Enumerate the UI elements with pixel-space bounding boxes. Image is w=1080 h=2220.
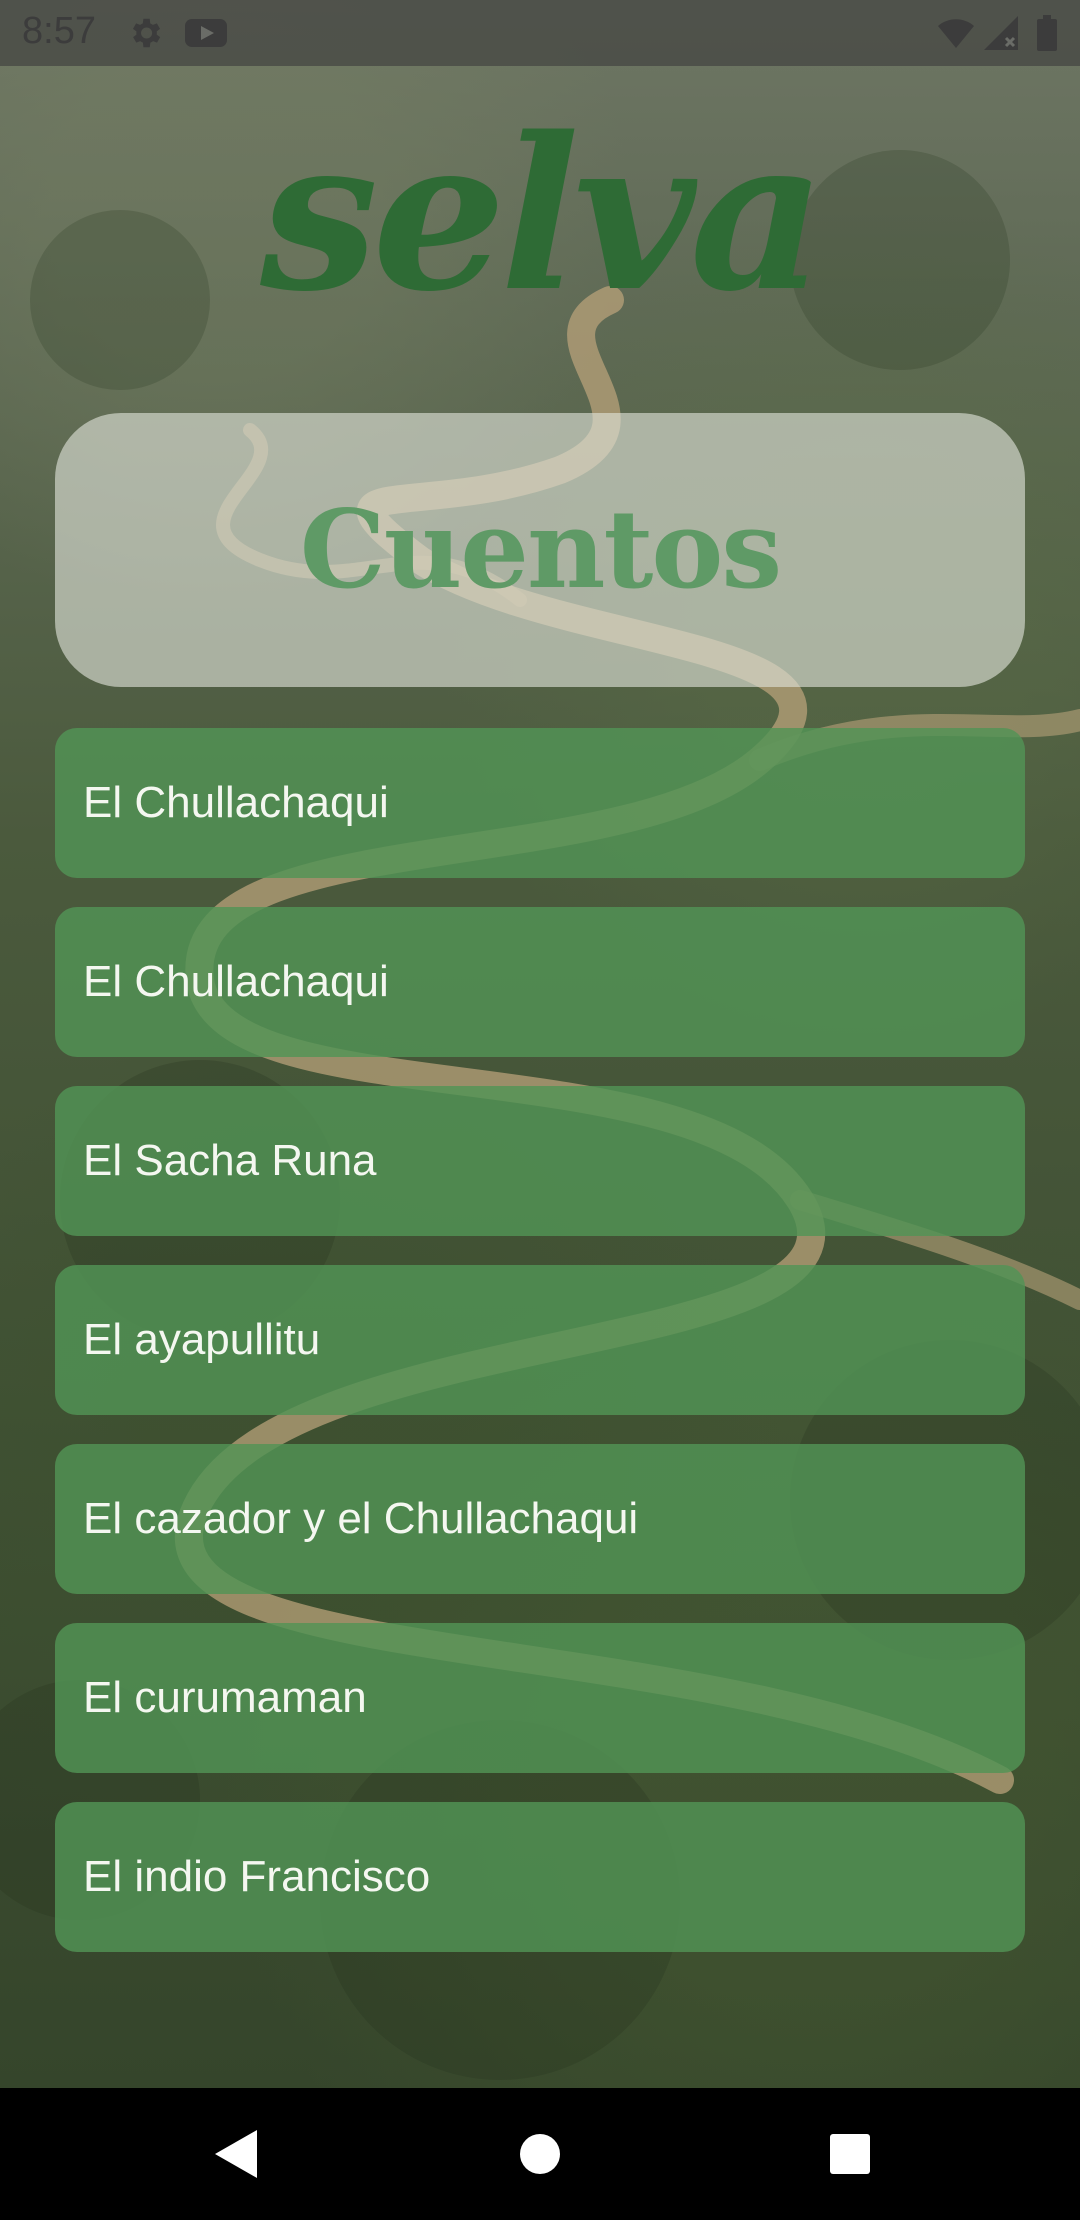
header-card: Cuentos	[55, 413, 1025, 687]
story-item[interactable]: El cazador y el Chullachaqui	[55, 1444, 1025, 1594]
status-bar: 8:57	[0, 0, 1080, 66]
wifi-icon	[936, 14, 976, 52]
story-list: El Chullachaqui El Chullachaqui El Sacha…	[55, 728, 1025, 1981]
story-item[interactable]: El curumaman	[55, 1623, 1025, 1773]
back-icon	[215, 2130, 257, 2178]
story-label: El Chullachaqui	[83, 778, 389, 827]
story-label: El Chullachaqui	[83, 957, 389, 1006]
status-time: 8:57	[22, 10, 96, 52]
recents-button[interactable]	[814, 2118, 886, 2190]
app-logo: selva	[260, 91, 826, 338]
story-item[interactable]: El indio Francisco	[55, 1802, 1025, 1952]
story-item[interactable]: El Sacha Runa	[55, 1086, 1025, 1236]
recents-icon	[830, 2134, 870, 2174]
story-item[interactable]: El ayapullitu	[55, 1265, 1025, 1415]
navigation-bar	[0, 2088, 1080, 2220]
home-icon	[520, 2134, 560, 2174]
story-label: El indio Francisco	[83, 1852, 431, 1901]
signal-icon	[982, 14, 1022, 52]
story-label: El cazador y el Chullachaqui	[83, 1494, 639, 1543]
story-item[interactable]: El Chullachaqui	[55, 728, 1025, 878]
page-title: Cuentos	[299, 487, 782, 613]
story-item[interactable]: El Chullachaqui	[55, 907, 1025, 1057]
youtube-icon	[184, 14, 228, 52]
gear-icon	[126, 14, 164, 52]
back-button[interactable]	[200, 2118, 272, 2190]
story-label: El curumaman	[83, 1673, 367, 1722]
home-button[interactable]	[504, 2118, 576, 2190]
story-label: El ayapullitu	[83, 1315, 321, 1364]
story-label: El Sacha Runa	[83, 1136, 377, 1185]
battery-icon	[1036, 14, 1058, 52]
